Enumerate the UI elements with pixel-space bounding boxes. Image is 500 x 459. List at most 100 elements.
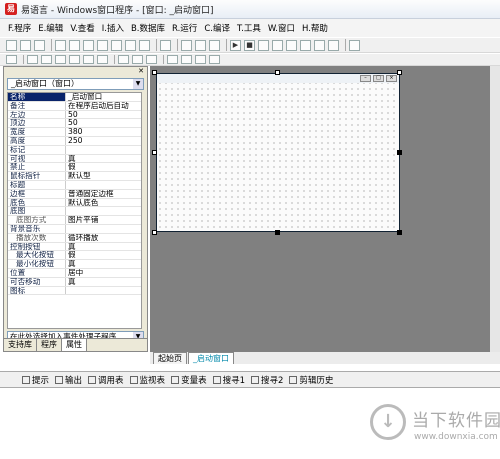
property-row[interactable]: 禁止假 xyxy=(8,163,141,173)
property-value[interactable]: 默认底色 xyxy=(66,199,141,207)
property-row[interactable]: 控制按钮真 xyxy=(8,242,141,252)
property-value[interactable] xyxy=(66,181,141,189)
menu-compile[interactable]: C.编译 xyxy=(204,22,230,34)
property-value[interactable]: 50 xyxy=(66,111,141,119)
property-row[interactable]: 标记 xyxy=(8,145,141,155)
property-row[interactable]: 备注 在程序启动后自动 xyxy=(8,101,141,111)
menu-tools[interactable]: T.工具 xyxy=(237,22,261,34)
resize-handle[interactable] xyxy=(397,70,402,75)
copy-icon[interactable] xyxy=(69,39,80,51)
align-bottom-icon[interactable] xyxy=(97,55,108,64)
output-tab-watch[interactable]: 监视表 xyxy=(129,374,165,386)
property-value[interactable]: 真 xyxy=(66,278,141,286)
align-middle-icon[interactable] xyxy=(83,55,94,64)
find-icon[interactable] xyxy=(139,39,150,51)
property-value[interactable]: 250 xyxy=(66,137,141,145)
layout-icon[interactable] xyxy=(209,39,220,51)
tab-library[interactable]: 支持库 xyxy=(4,339,37,351)
redo-icon[interactable] xyxy=(125,39,136,51)
breakpoint-icon[interactable] xyxy=(300,39,311,51)
step-icon[interactable] xyxy=(258,39,269,51)
property-row[interactable]: 鼠标指针 默认型 xyxy=(8,172,141,181)
menu-insert[interactable]: I.插入 xyxy=(102,22,124,34)
output-tab-callstack[interactable]: 调用表 xyxy=(88,374,124,386)
menu-help[interactable]: H.帮助 xyxy=(302,22,328,34)
form-canvas[interactable] xyxy=(156,73,400,232)
compile-icon[interactable] xyxy=(349,39,360,51)
chevron-down-icon[interactable]: ▼ xyxy=(133,79,143,89)
property-row[interactable]: 标题 xyxy=(8,180,141,190)
property-value[interactable]: 图片平铺 xyxy=(66,216,141,224)
property-value[interactable]: 真 xyxy=(66,155,141,163)
property-row[interactable]: 名称 _启动窗口 xyxy=(8,93,141,102)
property-value[interactable]: 380 xyxy=(66,128,141,136)
menu-edit[interactable]: E.编辑 xyxy=(38,22,63,34)
tab-start-page[interactable]: 起始页 xyxy=(153,352,187,364)
property-value[interactable]: 50 xyxy=(66,119,141,127)
resize-handle[interactable] xyxy=(275,70,280,75)
property-value[interactable]: _启动窗口 xyxy=(66,93,141,101)
grid-icon[interactable] xyxy=(6,55,17,64)
cut-icon[interactable] xyxy=(55,39,66,51)
property-value[interactable]: 真 xyxy=(66,243,141,251)
property-value[interactable] xyxy=(66,225,141,233)
align-center-icon[interactable] xyxy=(41,55,52,64)
same-size-icon[interactable] xyxy=(146,55,157,64)
tab-program[interactable]: 程序 xyxy=(37,339,62,351)
preview-icon[interactable] xyxy=(160,39,171,51)
step-over-icon[interactable] xyxy=(272,39,283,51)
same-width-icon[interactable] xyxy=(118,55,129,64)
h-spacing-icon[interactable] xyxy=(167,55,178,64)
run-icon[interactable]: ▶ xyxy=(230,39,241,51)
property-value[interactable] xyxy=(66,287,141,295)
property-row[interactable]: 可否移动真 xyxy=(8,277,141,287)
menu-program[interactable]: F.程序 xyxy=(8,22,31,34)
hand-icon[interactable] xyxy=(328,39,339,51)
property-row[interactable]: 宽度 380 xyxy=(8,128,141,137)
property-row[interactable]: 左边 50 xyxy=(8,110,141,120)
property-value[interactable]: 假 xyxy=(66,251,141,259)
layout-icon[interactable] xyxy=(195,39,206,51)
property-value[interactable]: 循环播放 xyxy=(66,234,141,242)
open-file-icon[interactable] xyxy=(20,39,31,51)
property-row[interactable]: 位置 居中 xyxy=(8,268,141,278)
property-row[interactable]: 底图方式 图片平铺 xyxy=(8,216,141,225)
paste-icon[interactable] xyxy=(83,39,94,51)
property-row[interactable]: 底色 默认底色 xyxy=(8,198,141,208)
property-value[interactable] xyxy=(66,146,141,154)
align-left-icon[interactable] xyxy=(27,55,38,64)
align-right-icon[interactable] xyxy=(55,55,66,64)
undo-icon[interactable] xyxy=(111,39,122,51)
close-icon[interactable]: ✕ xyxy=(138,67,144,75)
new-file-icon[interactable] xyxy=(6,39,17,51)
output-tab-hint[interactable]: 提示 xyxy=(22,374,49,386)
output-tab-variables[interactable]: 变量表 xyxy=(171,374,207,386)
property-row[interactable]: 边框 普通固定边框 xyxy=(8,189,141,199)
center-v-icon[interactable] xyxy=(209,55,220,64)
menu-database[interactable]: B.数据库 xyxy=(131,22,165,34)
property-row[interactable]: 可视真 xyxy=(8,154,141,164)
step-out-icon[interactable] xyxy=(286,39,297,51)
watch-icon[interactable] xyxy=(314,39,325,51)
output-tab-search2[interactable]: 搜寻2 xyxy=(251,374,283,386)
property-row[interactable]: 最大化按钮假 xyxy=(8,251,141,261)
resize-handle[interactable] xyxy=(275,230,280,235)
property-row[interactable]: 图标 xyxy=(8,286,141,296)
tab-properties[interactable]: 属性 xyxy=(62,339,87,351)
same-height-icon[interactable] xyxy=(132,55,143,64)
property-row[interactable]: 高度 250 xyxy=(8,136,141,146)
property-row[interactable]: 最小化按钮真 xyxy=(8,260,141,269)
menu-view[interactable]: V.查看 xyxy=(70,22,94,34)
object-selector[interactable]: _启动窗口（窗口） ▼ xyxy=(7,78,144,90)
tab-startup-window[interactable]: _启动窗口 xyxy=(188,352,234,364)
stop-icon[interactable]: ■ xyxy=(244,39,255,51)
property-value[interactable]: 真 xyxy=(66,260,141,268)
property-value[interactable]: 居中 xyxy=(66,269,141,277)
resize-handle[interactable] xyxy=(397,230,402,235)
resize-handle[interactable] xyxy=(397,150,402,155)
output-tab-clip-history[interactable]: 剪辑历史 xyxy=(289,374,333,386)
property-row[interactable]: 背景音乐 xyxy=(8,224,141,234)
output-tab-output[interactable]: 输出 xyxy=(55,374,82,386)
menu-run[interactable]: R.运行 xyxy=(172,22,197,34)
property-value[interactable]: 在程序启动后自动 xyxy=(66,102,141,110)
